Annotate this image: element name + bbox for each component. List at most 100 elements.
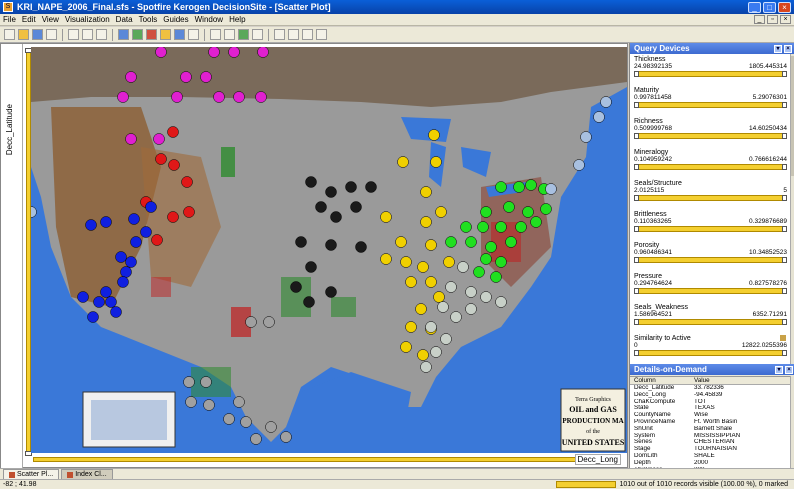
range-slider[interactable] <box>634 319 787 325</box>
scatter-point-green[interactable] <box>495 221 507 233</box>
scatter-point-green[interactable] <box>485 241 497 253</box>
range-slider-min-handle[interactable] <box>634 319 639 325</box>
scatter-point-red[interactable] <box>167 126 179 138</box>
scatter-point-green[interactable] <box>515 221 527 233</box>
scatter-point-gray[interactable] <box>265 421 277 433</box>
x-axis-zoom-slider[interactable] <box>33 457 593 462</box>
scatter-point-green[interactable] <box>460 221 472 233</box>
scatter-point-blue[interactable] <box>130 236 142 248</box>
scatter-point-lightblue[interactable] <box>545 183 557 195</box>
scatter-point-lightgray[interactable] <box>420 361 432 373</box>
table-row[interactable]: System MISSISSIPPIAN <box>630 433 790 440</box>
range-slider[interactable] <box>634 133 787 139</box>
scatter-point-green[interactable] <box>522 206 534 218</box>
close-icon[interactable]: × <box>785 365 793 374</box>
new-table-icon[interactable] <box>188 29 199 40</box>
scatter-point-black[interactable] <box>350 201 362 213</box>
scatter-point-red[interactable] <box>168 159 180 171</box>
scatter-point-lightgray[interactable] <box>495 296 507 308</box>
new-histogram-icon[interactable] <box>146 29 157 40</box>
scatter-point-blue[interactable] <box>120 266 132 278</box>
scatter-point-green[interactable] <box>530 216 542 228</box>
scatter-point-yellow[interactable] <box>415 303 427 315</box>
scatter-point-yellow[interactable] <box>380 253 392 265</box>
query-device[interactable]: Mineralogy 0.104959242 0.766616244 <box>630 147 790 178</box>
query-device[interactable]: Seals_Weakness 1.586964521 6352.71291 <box>630 302 790 333</box>
scatter-point-green[interactable] <box>495 181 507 193</box>
range-slider-max-handle[interactable] <box>782 257 787 263</box>
scatter-point-yellow[interactable] <box>417 349 429 361</box>
scatter-point-black[interactable] <box>365 181 377 193</box>
scatter-point-green[interactable] <box>540 203 552 215</box>
scatter-point-yellow[interactable] <box>428 129 440 141</box>
minimize-button[interactable]: _ <box>748 1 761 13</box>
scatter-point-yellow[interactable] <box>405 276 417 288</box>
scatter-point-red[interactable] <box>151 234 163 246</box>
range-slider-min-handle[interactable] <box>634 288 639 294</box>
scatter-point-magenta[interactable] <box>233 91 245 103</box>
y-axis-label[interactable]: Decc_Latitude <box>5 104 14 155</box>
scatter-point-magenta[interactable] <box>171 91 183 103</box>
scatter-point-magenta[interactable] <box>255 91 267 103</box>
scatter-point-blue[interactable] <box>93 296 105 308</box>
scatter-point-black[interactable] <box>295 236 307 248</box>
scatter-point-magenta[interactable] <box>153 133 165 145</box>
pan-icon[interactable] <box>224 29 235 40</box>
scatter-point-gray[interactable] <box>200 376 212 388</box>
zoom-icon[interactable] <box>210 29 221 40</box>
scatter-point-green[interactable] <box>480 253 492 265</box>
range-slider-min-handle[interactable] <box>634 226 639 232</box>
mark-icon[interactable] <box>238 29 249 40</box>
scatter-point-yellow[interactable] <box>433 291 445 303</box>
table-row[interactable]: ShUnit Barnett Shale <box>630 426 790 433</box>
scatter-point-yellow[interactable] <box>417 261 429 273</box>
new-pie-chart-icon[interactable] <box>174 29 185 40</box>
scatter-point-magenta[interactable] <box>208 47 220 58</box>
range-slider-max-handle[interactable] <box>782 133 787 139</box>
scatter-point-green[interactable] <box>503 201 515 213</box>
menu-tools[interactable]: Tools <box>139 15 158 24</box>
menu-guides[interactable]: Guides <box>163 15 188 24</box>
paste-icon[interactable] <box>96 29 107 40</box>
scatter-point-green[interactable] <box>495 256 507 268</box>
scatter-point-lightblue[interactable] <box>600 96 612 108</box>
scatter-point-magenta[interactable] <box>125 133 137 145</box>
query-device[interactable]: Similarity to Active 0 12822.0255396 <box>630 333 790 364</box>
scatter-point-lightgray[interactable] <box>430 346 442 358</box>
scatter-point-blue[interactable] <box>77 291 89 303</box>
x-axis-label[interactable]: Decc_Long <box>574 454 621 465</box>
scatter-point-gray[interactable] <box>240 416 252 428</box>
query-device[interactable]: Pressure 0.294764624 0.827578276 <box>630 271 790 302</box>
collapse-icon[interactable]: ▾ <box>775 365 783 374</box>
scatter-point-gray[interactable] <box>250 433 262 445</box>
range-slider[interactable] <box>634 257 787 263</box>
scatter-point-green[interactable] <box>525 179 537 191</box>
menu-window[interactable]: Window <box>195 15 223 24</box>
range-slider[interactable] <box>634 71 787 77</box>
maximize-button[interactable]: □ <box>763 1 776 13</box>
scatter-point-yellow[interactable] <box>420 186 432 198</box>
scatter-point-magenta[interactable] <box>213 91 225 103</box>
scatter-point-yellow[interactable] <box>400 256 412 268</box>
scatter-point-yellow[interactable] <box>395 236 407 248</box>
new-3d-plot-icon[interactable] <box>132 29 143 40</box>
scatter-point-gray[interactable] <box>185 396 197 408</box>
scatter-point-black[interactable] <box>315 201 327 213</box>
scatter-point-gray[interactable] <box>263 316 275 328</box>
scatter-point-red[interactable] <box>183 206 195 218</box>
range-slider-max-handle[interactable] <box>782 288 787 294</box>
scatter-point-lightblue[interactable] <box>580 131 592 143</box>
scatter-point-yellow[interactable] <box>425 239 437 251</box>
scatter-point-green[interactable] <box>480 206 492 218</box>
scatter-point-lightgray[interactable] <box>437 301 449 313</box>
scatter-point-green[interactable] <box>505 236 517 248</box>
range-slider[interactable] <box>634 195 787 201</box>
scatter-point-yellow[interactable] <box>405 321 417 333</box>
query-devices-scrollbar[interactable] <box>790 54 794 364</box>
new-icon[interactable] <box>4 29 15 40</box>
mdi-close-button[interactable]: × <box>780 15 791 24</box>
scatter-point-lightblue[interactable] <box>573 159 585 171</box>
query-device[interactable]: Brittleness 0.110363265 0.329876689 <box>630 209 790 240</box>
scatter-point-yellow[interactable] <box>400 341 412 353</box>
scatter-point-blue[interactable] <box>125 256 137 268</box>
